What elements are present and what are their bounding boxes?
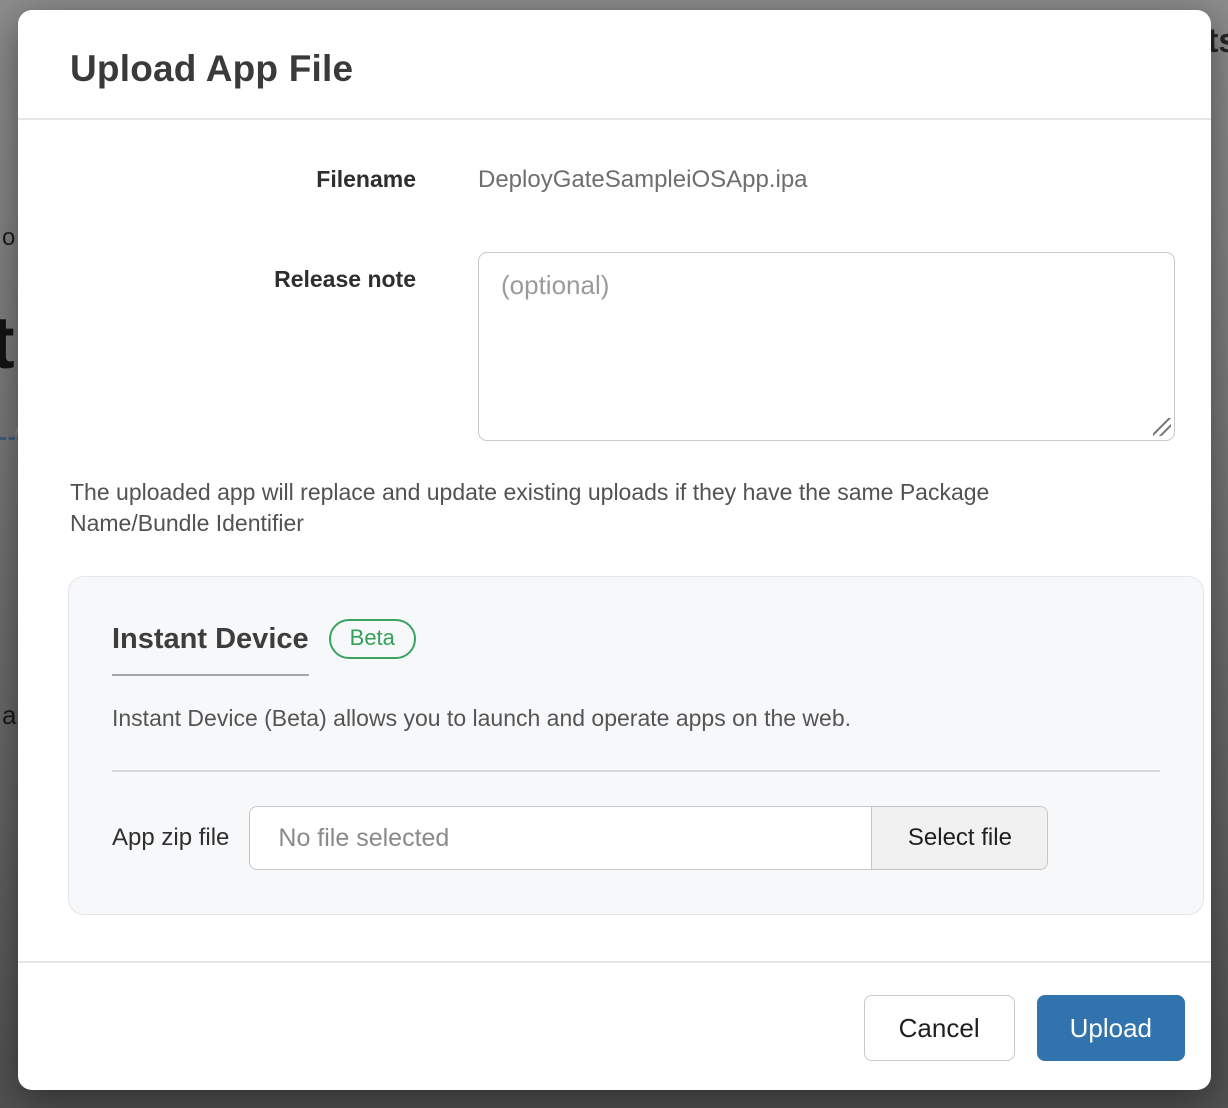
dialog-body: Filename DeployGateSampleiOSApp.ipa Rele… <box>18 120 1211 961</box>
beta-badge: Beta <box>329 619 416 659</box>
instant-device-panel: Instant Device Beta Instant Device (Beta… <box>68 576 1204 915</box>
instant-device-heading: Instant Device <box>112 623 309 656</box>
panel-divider <box>112 770 1160 772</box>
release-note-label: Release note <box>68 252 416 441</box>
screen: ts o t /i a Upload App File Filename Dep… <box>0 0 1228 1108</box>
filename-value: DeployGateSampleiOSApp.ipa <box>478 166 1186 194</box>
app-zip-file-label: App zip file <box>112 824 229 852</box>
background-text-fragment: t <box>0 300 15 385</box>
instant-device-heading-row: Instant Device Beta <box>112 619 1160 659</box>
replace-note-text: The uploaded app will replace and update… <box>70 477 1080 538</box>
upload-app-file-dialog: Upload App File Filename DeployGateSampl… <box>18 10 1211 1090</box>
background-text-fragment: o <box>2 224 15 252</box>
file-picker-group: Select file <box>249 806 1048 870</box>
select-file-button[interactable]: Select file <box>871 807 1047 869</box>
filename-label: Filename <box>68 166 416 193</box>
upload-button[interactable]: Upload <box>1037 995 1185 1061</box>
cancel-button[interactable]: Cancel <box>864 995 1015 1061</box>
dialog-header: Upload App File <box>18 10 1211 120</box>
release-note-field-wrap <box>478 252 1175 441</box>
app-zip-file-row: App zip file Select file <box>112 806 1160 870</box>
release-note-row: Release note <box>68 252 1186 441</box>
release-note-input[interactable] <box>478 252 1175 441</box>
instant-device-description: Instant Device (Beta) allows you to laun… <box>112 705 1160 732</box>
filename-row: Filename DeployGateSampleiOSApp.ipa <box>68 166 1186 194</box>
app-zip-filename-input[interactable] <box>250 807 871 869</box>
dialog-title: Upload App File <box>70 48 1161 90</box>
dialog-footer: Cancel Upload <box>18 961 1211 1090</box>
background-text-fragment: a <box>2 700 16 731</box>
